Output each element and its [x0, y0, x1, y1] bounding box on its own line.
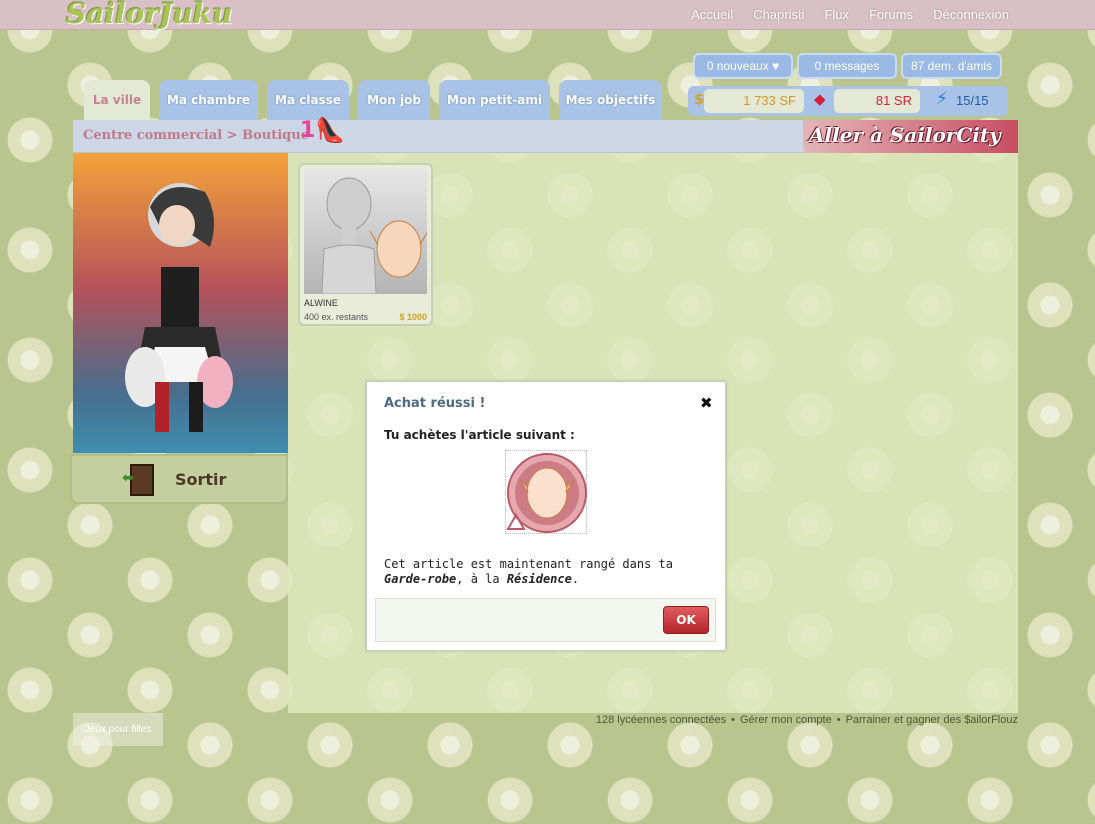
nav-deconnexion[interactable]: Déconnexion — [933, 7, 1009, 22]
notif-messages-button[interactable]: 0 messages — [797, 53, 897, 79]
message-part: , à la — [456, 572, 507, 586]
heel-shoe-icon: 👠 — [315, 116, 345, 144]
garde-robe-text: Garde-robe — [384, 572, 457, 586]
sortir-label: Sortir — [175, 470, 227, 489]
energy-value: 15/15 — [956, 93, 989, 108]
nav-forums[interactable]: Forums — [869, 7, 913, 22]
nav-flux[interactable]: Flux — [824, 7, 849, 22]
item-name: ALWINE — [304, 298, 338, 308]
sf-value: 1 733 SF — [704, 89, 804, 113]
sailorcity-button[interactable]: Aller à SailorCity — [803, 120, 1018, 153]
purchased-item-image — [505, 450, 587, 534]
footer-separator: • — [836, 714, 841, 726]
tab-mon-job[interactable]: Mon job — [358, 80, 430, 120]
lightning-icon: ⚡ — [936, 89, 948, 109]
dialog-footer: OK — [375, 598, 716, 642]
tab-ma-chambre[interactable]: Ma chambre — [159, 80, 258, 120]
breadcrumb-bar: Centre commercial > Boutique 1 👠 Aller à… — [73, 116, 1018, 153]
tab-ma-classe[interactable]: Ma classe — [267, 80, 349, 120]
message-part: Cet article est maintenant rangé dans ta — [384, 557, 673, 571]
footer-sponsor-link[interactable]: Parrainer et gagner des $ailorFlouz — [846, 714, 1018, 726]
ok-button[interactable]: OK — [663, 606, 709, 634]
notif-nouveaux-button[interactable]: 0 nouveaux ♥ — [693, 53, 793, 79]
resources-bar: $ 1 733 SF ◆ 81 SR ⚡ 15/15 — [688, 86, 1008, 116]
message-part: . — [571, 572, 580, 586]
shoe-count: 1 — [300, 118, 316, 143]
ruby-icon: ◆ — [814, 90, 826, 108]
breadcrumb: Centre commercial > Boutique — [83, 128, 309, 143]
dialog-subtitle: Tu achètes l'article suivant : — [384, 428, 575, 442]
sailorcity-label: Aller à SailorCity — [809, 123, 1001, 147]
nav-chapristi[interactable]: Chapristi — [753, 7, 804, 22]
tab-la-ville[interactable]: La ville — [84, 80, 150, 120]
tab-mon-petit-ami[interactable]: Mon petit-ami — [439, 80, 550, 120]
sr-value: 81 SR — [834, 89, 920, 113]
dollar-icon: $ — [694, 90, 705, 108]
footer-online-count: 128 lycéennes connectées — [595, 714, 727, 726]
purchase-success-dialog: Achat réussi ! ✖ Tu achètes l'article su… — [366, 381, 726, 651]
close-icon[interactable]: ✖ — [700, 394, 713, 412]
avatar-image — [125, 183, 233, 432]
item-price: $ 1000 — [399, 312, 427, 322]
sortir-button[interactable]: ⬅ Sortir — [70, 454, 288, 504]
residence-text: Résidence — [506, 572, 572, 586]
footer-separator: • — [731, 714, 735, 726]
jeux-pour-filles-link[interactable]: Jeux pour filles — [73, 713, 163, 746]
dialog-title: Achat réussi ! — [384, 396, 486, 411]
item-stock: 400 ex. restants — [304, 312, 369, 322]
top-nav: Accueil Chapristi Flux Forums Déconnexio… — [691, 7, 1009, 22]
arrow-left-icon: ⬅ — [122, 470, 134, 486]
avatar-panel — [73, 153, 288, 453]
tab-mes-objectifs[interactable]: Mes objectifs — [559, 80, 662, 120]
notif-friends-button[interactable]: 87 dem. d'amis — [901, 53, 1002, 79]
footer-account-link[interactable]: Gérer mon compte — [740, 714, 832, 726]
dialog-message: Cet article est maintenant rangé dans ta… — [384, 557, 714, 587]
site-logo[interactable]: SailorJuku — [66, 0, 232, 30]
nav-accueil[interactable]: Accueil — [691, 7, 733, 22]
footer-links: 128 lycéennes connectées • Gérer mon compt… — [596, 714, 1018, 726]
top-bar: SailorJuku Accueil Chapristi Flux Forums… — [0, 0, 1095, 30]
item-preview-image — [304, 169, 429, 295]
shop-item-card[interactable]: ALWINE 400 ex. restants $ 1000 — [298, 163, 433, 326]
